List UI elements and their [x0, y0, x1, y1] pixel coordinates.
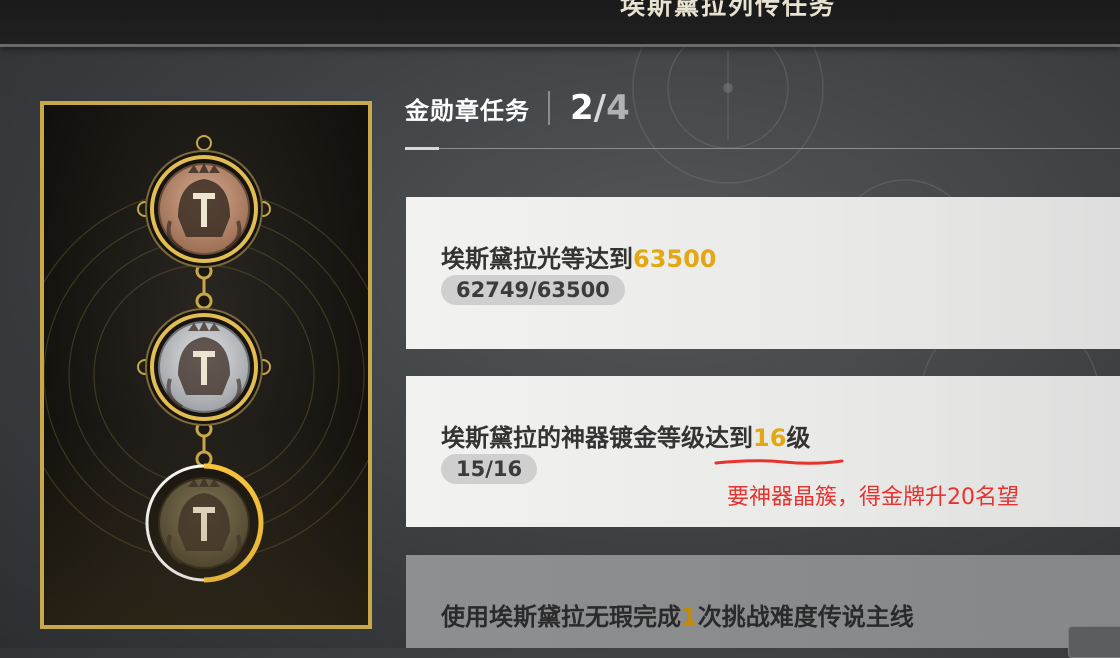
progress-slash: / [593, 88, 607, 128]
task-text-suffix: 级 [786, 424, 811, 452]
top-bar: 埃斯黛拉列传任务 [0, 0, 1120, 47]
task-target-value: 16 [753, 424, 787, 452]
gold-medal-progress-ring [203, 463, 264, 583]
progress-total: 4 [606, 88, 630, 128]
task-text-prefix: 埃斯黛拉光等达到 [441, 245, 633, 273]
progress-header: 金勋章任务 2 / 4 [405, 86, 630, 130]
task-progress-pill: 62749/63500 [441, 275, 625, 305]
task-card[interactable]: 埃斯黛拉的神器镀金等级达到16级 15/16 要神器晶簇，得金牌升20名望 [406, 376, 1120, 527]
task-card[interactable]: 埃斯黛拉光等达到63500 62749/63500 [406, 197, 1120, 349]
annotation-underline [714, 459, 844, 465]
bronze-medal-icon[interactable] [145, 150, 263, 268]
gold-medal-icon[interactable] [145, 463, 264, 583]
header-divider-accent [405, 147, 439, 150]
task-description: 使用埃斯黛拉无瑕完成1次挑战难度传说主线 [441, 597, 914, 632]
header-divider [405, 148, 1120, 149]
task-card[interactable]: 使用埃斯黛拉无瑕完成1次挑战难度传说主线 [406, 555, 1120, 648]
medal-panel [40, 101, 372, 629]
annotation-text: 要神器晶簇，得金牌升20名望 [727, 485, 1019, 510]
task-description: 埃斯黛拉的神器镀金等级达到16级 [441, 418, 810, 453]
medal-panel-art [44, 135, 368, 583]
progress-divider [548, 91, 550, 125]
task-text-prefix: 埃斯黛拉的神器镀金等级达到 [441, 424, 753, 452]
task-target-value: 1 [681, 603, 698, 631]
task-text-prefix: 使用埃斯黛拉无瑕完成 [441, 603, 681, 631]
silver-medal-icon[interactable] [145, 308, 263, 426]
progress-completed: 2 [570, 88, 594, 128]
progress-label: 金勋章任务 [405, 96, 530, 125]
task-target-value: 63500 [633, 245, 717, 273]
corner-button[interactable] [1068, 626, 1120, 658]
task-progress-pill: 15/16 [441, 454, 538, 484]
task-text-suffix: 次挑战难度传说主线 [697, 603, 914, 631]
page-title: 埃斯黛拉列传任务 [619, 0, 836, 20]
task-description: 埃斯黛拉光等达到63500 [441, 239, 717, 274]
